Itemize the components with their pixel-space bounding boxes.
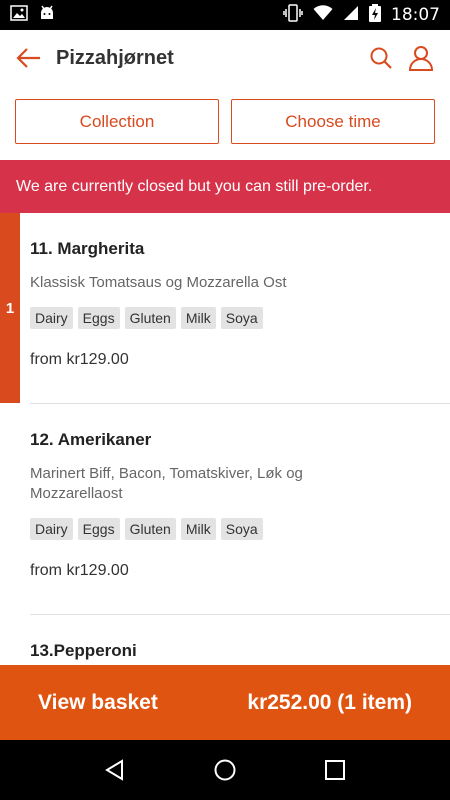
item-description: Klassisk Tomatsaus og Mozzarella Ost — [30, 274, 287, 291]
signal-icon — [343, 5, 359, 26]
allergen-tag: Soya — [220, 307, 263, 329]
closed-banner: We are currently closed but you can stil… — [0, 160, 450, 213]
search-button[interactable] — [364, 41, 398, 75]
basket-summary: kr252.00 (1 item) — [247, 690, 412, 714]
allergen-tag: Dairy — [30, 307, 73, 329]
allergen-tag: Eggs — [77, 307, 120, 329]
status-time: 18:07 — [391, 5, 440, 25]
status-bar: 18:07 — [0, 0, 450, 30]
item-name: 11. Margherita — [30, 239, 145, 258]
allergen-tag: Eggs — [77, 518, 120, 540]
nav-home-button[interactable] — [205, 750, 245, 790]
menu-item[interactable]: 12. Amerikaner Marinert Biff, Bacon, Tom… — [0, 404, 450, 614]
allergen-tags: Dairy Eggs Gluten Milk Soya — [30, 307, 430, 329]
app-bar: Pizzahjørnet — [0, 30, 450, 86]
collection-button[interactable]: Collection — [15, 99, 219, 144]
nav-recents-button[interactable] — [315, 750, 355, 790]
allergen-tag: Gluten — [124, 307, 176, 329]
battery-charging-icon — [369, 3, 381, 27]
square-recents-icon — [325, 760, 345, 780]
wifi-icon — [313, 4, 333, 26]
choose-time-button[interactable]: Choose time — [231, 99, 435, 144]
allergen-tag: Milk — [180, 307, 216, 329]
allergen-tag: Dairy — [30, 518, 73, 540]
triangle-back-icon — [105, 759, 123, 781]
user-icon — [408, 46, 434, 71]
basket-label: View basket — [38, 690, 158, 714]
item-name: 13.Pepperoni — [30, 641, 137, 660]
menu-item[interactable]: 1 11. Margherita Klassisk Tomatsaus og M… — [0, 213, 450, 403]
android-notification-icon — [38, 5, 56, 26]
page-title: Pizzahjørnet — [56, 46, 174, 69]
navigation-bar — [0, 740, 450, 800]
item-description: Marinert Biff, Bacon, Tomatskiver, Løk o… — [30, 465, 303, 502]
search-icon — [370, 47, 392, 69]
view-basket-button[interactable]: View basket kr252.00 (1 item) — [0, 665, 450, 740]
order-options: Collection Choose time — [15, 99, 435, 144]
item-price: from kr129.00 — [30, 351, 129, 368]
menu-list: 1 11. Margherita Klassisk Tomatsaus og M… — [0, 213, 450, 665]
vibrate-icon — [283, 3, 303, 27]
allergen-tag: Soya — [220, 518, 263, 540]
item-name: 12. Amerikaner — [30, 430, 152, 449]
status-bar-left — [10, 4, 56, 26]
menu-item[interactable]: 13.Pepperoni — [0, 615, 450, 661]
arrow-left-icon — [16, 48, 40, 68]
image-notification-icon — [10, 4, 28, 26]
nav-back-button[interactable] — [95, 750, 135, 790]
status-bar-right: 18:07 — [283, 3, 440, 27]
item-price: from kr129.00 — [30, 562, 129, 579]
allergen-tag: Milk — [180, 518, 216, 540]
account-button[interactable] — [404, 41, 438, 75]
allergen-tag: Gluten — [124, 518, 176, 540]
back-button[interactable] — [12, 41, 46, 75]
allergen-tags: Dairy Eggs Gluten Milk Soya — [30, 518, 430, 540]
circle-home-icon — [214, 759, 236, 781]
quantity-marker: 1 — [0, 213, 20, 403]
